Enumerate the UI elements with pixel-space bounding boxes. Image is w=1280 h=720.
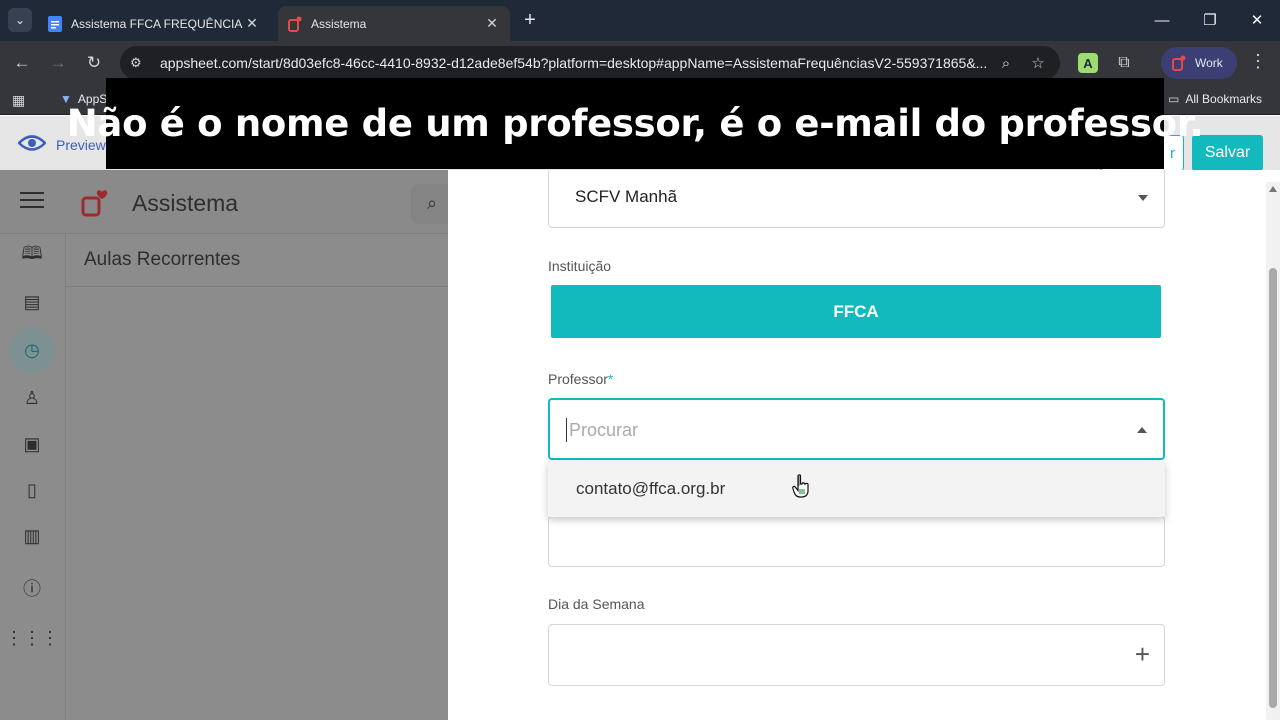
dia-semana-label: Dia da Semana [548,596,645,612]
minimize-icon[interactable]: — [1150,8,1174,32]
grid-icon[interactable]: ⋮⋮⋮ [5,624,59,652]
instituicao-button[interactable]: FFCA [551,285,1161,338]
book-plus-icon[interactable]: ▣ [18,430,46,458]
app-header: Assistema ⌕ [0,170,448,234]
assistema-icon [1172,55,1186,71]
close-icon[interactable]: ✕ [244,15,260,32]
star-icon[interactable]: ☆ [1026,54,1050,72]
professor-search-field[interactable] [548,398,1165,460]
hamburger-menu-icon[interactable] [20,192,44,212]
close-icon[interactable]: ✕ [484,15,500,32]
chevron-up-icon[interactable] [1137,427,1147,433]
tab-docs[interactable]: Assistema FFCA FREQUÊNCIA - ✕ [38,6,270,41]
extension-a-icon[interactable]: A [1078,53,1098,73]
dropdown-option[interactable]: contato@ffca.org.br [576,479,725,499]
hand-cursor-icon [792,474,809,498]
divider [66,286,448,287]
address-bar[interactable]: ⚙ appsheet.com/start/8d03efc8-46cc-4410-… [120,46,1060,80]
plus-icon[interactable]: + [1135,641,1150,667]
scroll-up-icon[interactable] [1269,186,1277,192]
professor-dropdown: contato@ffca.org.br [548,461,1165,517]
url-text: appsheet.com/start/8d03efc8-46cc-4410-89… [160,55,986,71]
clock-icon[interactable]: ◷ [9,327,55,373]
program-select[interactable]: SCFV Manhã [548,170,1165,228]
new-tab-icon[interactable]: + [518,8,542,32]
profile-label: Work [1195,56,1223,70]
dia-semana-field[interactable]: + [548,624,1165,686]
browser-tab-bar: ⌄ Assistema FFCA FREQUÊNCIA - ✕ Assistem… [0,0,1280,41]
extensions-puzzle-icon[interactable]: ⧉ [1114,53,1134,73]
video-caption: Não é o nome de um professor, é o e-mail… [67,78,1204,169]
search-icon[interactable]: ⌕ [411,184,448,224]
view-title: Aulas Recorrentes [84,249,241,270]
tab-search-icon[interactable]: ⌄ [8,8,32,32]
info-icon[interactable]: ⓘ [18,574,46,602]
program-value: SCFV Manhã [575,187,678,206]
tab-title: Assistema [311,16,367,31]
professor-label: Professor* [548,371,613,387]
tab-assistema[interactable]: Assistema ✕ [278,6,510,41]
archive-icon[interactable]: ▥ [18,522,46,550]
book-icon[interactable]: 🕮 [18,242,46,270]
restore-icon[interactable]: ❐ [1198,8,1222,32]
reload-icon[interactable]: ↻ [82,51,106,75]
nav-rail: 🕮 ▤ ◷ ♙ ▣ ▯ ▥ ⓘ ⋮⋮⋮ [0,234,66,720]
profile-button[interactable]: Work [1161,47,1237,79]
invoice-icon[interactable]: ▯ [18,476,46,504]
assistema-icon [288,16,302,32]
app-title: Assistema [132,190,239,216]
required-mark: * [607,371,614,387]
form-panel: SCFV Manhã Instituição FFCA Professor* c… [448,170,1280,720]
back-icon[interactable]: ← [10,51,34,75]
google-docs-icon [48,15,62,32]
zoom-icon[interactable]: ⌕ [994,55,1018,72]
eye-icon [18,135,46,151]
forward-icon[interactable]: → [46,51,70,75]
window-close-icon[interactable]: ✕ [1245,8,1269,32]
professor-label-text: Professor [548,371,608,387]
assistema-logo [81,190,108,217]
apps-grid-icon[interactable]: ▦ [12,92,28,108]
scroll-thumb[interactable] [1269,268,1277,708]
professor-search-input[interactable] [566,418,1106,442]
tab-title: Assistema FFCA FREQUÊNCIA - [71,16,244,31]
teacher-icon[interactable]: ♙ [18,384,46,412]
app-background: Assistema ⌕ 🕮 ▤ ◷ ♙ ▣ ▯ ▥ ⓘ ⋮⋮⋮ Aulas Re… [0,170,448,720]
scrollbar[interactable] [1266,182,1280,720]
chevron-down-icon [1138,195,1148,201]
scroll-icon[interactable]: ▤ [18,288,46,316]
more-menu-icon[interactable]: ⋮ [1248,51,1268,75]
site-info-icon[interactable]: ⚙ [130,55,150,71]
hidden-field[interactable] [548,516,1165,567]
caption-text: Não é o nome de um professor, é o e-mail… [66,102,1204,145]
instituicao-label: Instituição [548,258,612,274]
